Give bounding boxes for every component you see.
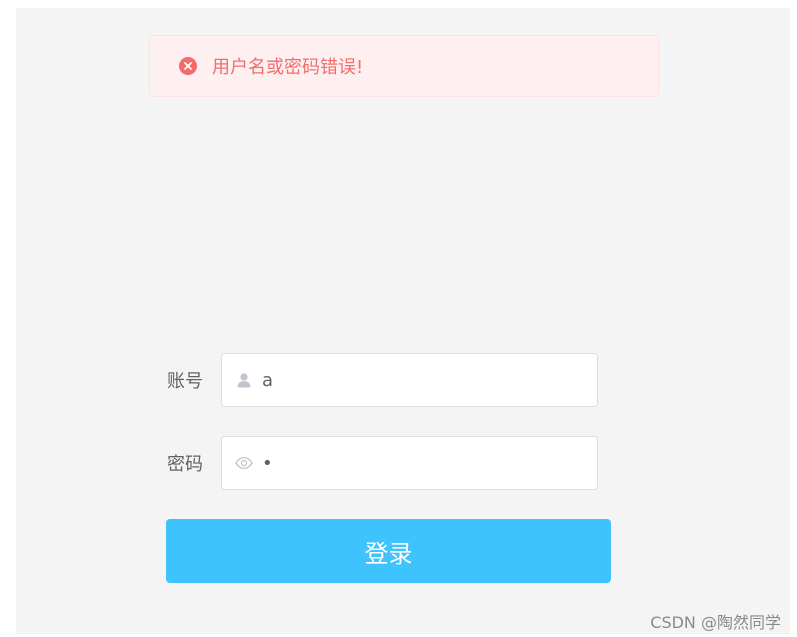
watermark: CSDN @陶然同学 — [650, 613, 781, 632]
password-input[interactable] — [262, 443, 582, 483]
username-label: 账号 — [167, 371, 203, 392]
password-row: 密码 — [150, 436, 598, 490]
eye-icon[interactable] — [235, 454, 253, 472]
error-message: 用户名或密码错误! — [212, 57, 364, 78]
password-input-wrapper[interactable] — [221, 436, 598, 490]
error-circle-icon — [179, 57, 197, 75]
user-icon — [235, 371, 253, 389]
password-label: 密码 — [167, 454, 203, 475]
error-alert: 用户名或密码错误! — [149, 35, 659, 97]
username-input-wrapper[interactable] — [221, 353, 598, 407]
login-button[interactable]: 登录 — [166, 519, 611, 583]
username-input[interactable] — [262, 360, 582, 400]
username-row: 账号 — [150, 353, 598, 407]
